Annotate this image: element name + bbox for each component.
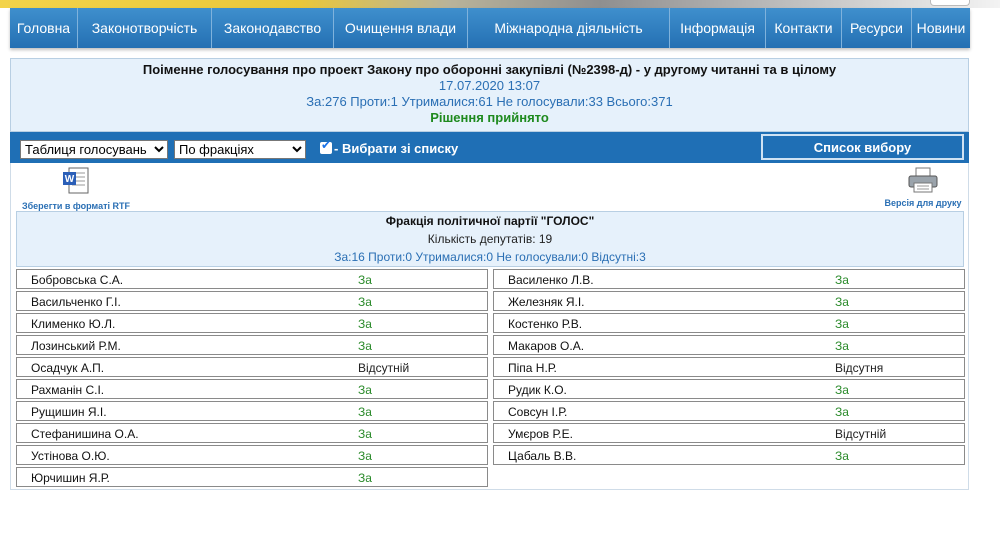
vote-title: Поіменне голосування про проект Закону п…	[142, 62, 837, 77]
deputy-vote: За	[835, 383, 849, 397]
svg-text:W: W	[65, 174, 75, 185]
deputy-name: Совсун І.Р.	[508, 405, 568, 419]
deputy-row: Юрчишин Я.Р. За	[16, 467, 488, 487]
select-from-list-checkbox[interactable]: ✔	[320, 138, 332, 154]
deputy-name: Рущишин Я.І.	[31, 405, 107, 419]
deputy-vote: За	[835, 405, 849, 419]
main-nav: Головна Законотворчість Законодавство Оч…	[10, 8, 970, 48]
deputy-row: Устінова О.Ю. За	[16, 445, 488, 465]
select-from-list-label: - Вибрати зі списку	[334, 141, 459, 156]
word-doc-icon: W	[63, 167, 89, 194]
nav-item-lustration[interactable]: Очищення влади	[334, 8, 468, 48]
deputy-name: Васильченко Г.І.	[31, 295, 121, 309]
deputy-vote: За	[835, 295, 849, 309]
vote-totals: За:276 Проти:1 Утрималися:61 Не голосува…	[306, 94, 673, 109]
save-rtf-label[interactable]: Зберегти в форматі RTF	[11, 201, 141, 211]
nav-item-contacts[interactable]: Контакти	[766, 8, 842, 48]
deputy-row: Осадчук А.П. Відсутній	[16, 357, 488, 377]
nav-item-home[interactable]: Головна	[10, 8, 78, 48]
deputy-vote: За	[358, 449, 372, 463]
deputy-vote: Відсутній	[358, 361, 410, 375]
nav-item-resources[interactable]: Ресурси	[842, 8, 912, 48]
search-box-edge[interactable]	[930, 0, 970, 6]
deputy-name: Клименко Ю.Л.	[31, 317, 116, 331]
deputy-row: Клименко Ю.Л. За	[16, 313, 488, 333]
nav-item-information[interactable]: Інформація	[670, 8, 766, 48]
deputy-vote: За	[835, 339, 849, 353]
nav-item-international[interactable]: Міжнародна діяльність	[468, 8, 670, 48]
print-version-label[interactable]: Версія для друку	[878, 198, 968, 208]
print-version-link[interactable]: Версія для друку	[878, 167, 968, 208]
faction-results: За:16 Проти:0 Утрималися:0 Не голосували…	[334, 250, 646, 264]
results-panel: W Зберегти в форматі RTF Версія для друк…	[10, 163, 969, 490]
view-select[interactable]: Таблиця голосувань	[20, 140, 168, 159]
deputy-name: Василенко Л.В.	[508, 273, 594, 287]
deputy-vote: За	[358, 273, 372, 287]
deputy-row: Василенко Л.В. За	[493, 269, 965, 289]
top-banner	[0, 0, 1000, 8]
deputy-row: Цабаль В.В. За	[493, 445, 965, 465]
deputy-name: Рахманін С.І.	[31, 383, 105, 397]
deputy-row: Рудик К.О. За	[493, 379, 965, 399]
deputy-row: Рущишин Я.І. За	[16, 401, 488, 421]
nav-item-legislation[interactable]: Законодавство	[212, 8, 334, 48]
deputy-vote: За	[835, 449, 849, 463]
deputy-name: Піпа Н.Р.	[508, 361, 557, 375]
deputy-row: Бобровська С.А. За	[16, 269, 488, 289]
deputy-name: Рудик К.О.	[508, 383, 567, 397]
deputy-vote: За	[835, 317, 849, 331]
deputy-vote: За	[358, 339, 372, 353]
deputy-row: Железняк Я.І. За	[493, 291, 965, 311]
deputy-name: Макаров О.А.	[508, 339, 585, 353]
deputy-vote: За	[358, 295, 372, 309]
printer-icon	[908, 167, 938, 193]
deputy-row: Костенко Р.В. За	[493, 313, 965, 333]
deputy-name: Умєров Р.Е.	[508, 427, 573, 441]
deputy-name: Лозинський Р.М.	[31, 339, 121, 353]
nav-item-news[interactable]: Новини	[912, 8, 970, 48]
deputy-row: Піпа Н.Р. Відсутня	[493, 357, 965, 377]
deputy-vote: За	[358, 427, 372, 441]
deputy-name: Бобровська С.А.	[31, 273, 124, 287]
group-select[interactable]: По фракціях	[174, 140, 306, 159]
faction-count: Кількість депутатів: 19	[427, 232, 553, 246]
controls-bar: Таблиця голосувань По фракціях ✔ - Вибра…	[10, 132, 969, 163]
deputy-row: Умєров Р.Е. Відсутній	[493, 423, 965, 443]
deputy-row: Стефанишина О.А. За	[16, 423, 488, 443]
selection-list-button[interactable]: Список вибору	[761, 134, 964, 160]
faction-name: Фракція політичної партії "ГОЛОС"	[385, 214, 595, 228]
deputy-name: Устінова О.Ю.	[31, 449, 110, 463]
deputy-vote: Відсутня	[835, 361, 884, 375]
nav-item-lawmaking[interactable]: Законотворчість	[78, 8, 212, 48]
deputy-vote: За	[358, 471, 372, 485]
deputy-vote: За	[358, 405, 372, 419]
vote-decision: Рішення прийнято	[430, 110, 549, 125]
save-rtf-link[interactable]: W Зберегти в форматі RTF	[11, 167, 141, 211]
deputy-row: Макаров О.А. За	[493, 335, 965, 355]
deputy-name: Костенко Р.В.	[508, 317, 583, 331]
deputy-row: Васильченко Г.І. За	[16, 291, 488, 311]
deputy-row: Лозинський Р.М. За	[16, 335, 488, 355]
deputy-vote: За	[358, 317, 372, 331]
deputy-vote: За	[835, 273, 849, 287]
vote-header: Поіменне голосування про проект Закону п…	[10, 58, 969, 132]
deputy-name: Стефанишина О.А.	[31, 427, 139, 441]
vote-datetime: 17.07.2020 13:07	[438, 78, 541, 93]
deputy-name: Железняк Я.І.	[508, 295, 585, 309]
deputy-name: Юрчишин Я.Р.	[31, 471, 110, 485]
deputy-vote: За	[358, 383, 372, 397]
deputy-row: Совсун І.Р. За	[493, 401, 965, 421]
checkmark-icon: ✔	[321, 138, 332, 152]
faction-summary: Фракція політичної партії "ГОЛОС" Кількі…	[16, 211, 964, 267]
deputy-name: Осадчук А.П.	[31, 361, 105, 375]
deputy-vote: Відсутній	[835, 427, 887, 441]
deputy-row: Рахманін С.І. За	[16, 379, 488, 399]
deputy-name: Цабаль В.В.	[508, 449, 577, 463]
